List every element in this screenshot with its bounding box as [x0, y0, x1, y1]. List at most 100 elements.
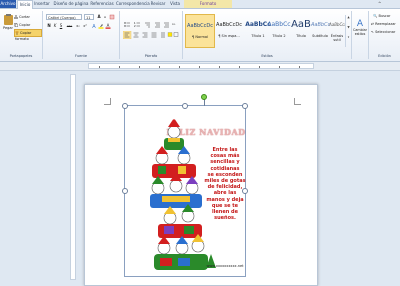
tab-file[interactable]: Archivo	[0, 0, 16, 8]
replace-label: Reemplazar	[375, 22, 396, 26]
tab-review[interactable]: Revisar	[150, 0, 166, 8]
text-effects-icon[interactable]: A	[91, 23, 97, 30]
paste-label: Pegar	[3, 26, 13, 30]
styles-group-label: Estilos	[261, 54, 273, 58]
minimize-ribbon-icon[interactable]: ^	[378, 2, 384, 6]
style-subtitle-name: Subtítulo	[312, 34, 328, 38]
superscript-button[interactable]: x²	[82, 23, 88, 29]
cut-button[interactable]: Cortar	[13, 14, 30, 20]
editing-group-label: Edición	[378, 54, 391, 58]
style-subtle-emphasis-name: Énfasis sutil	[330, 34, 344, 42]
binoculars-icon: 🔍	[373, 14, 378, 18]
card-message: Entre las cosas más sencillas y cotidian…	[204, 147, 246, 222]
style-title[interactable]: AaB Título	[291, 14, 311, 48]
ribbon-tab-bar: Archivo Inicio Insertar Diseño de página…	[0, 0, 400, 16]
style-normal-preview: AaBbCcDc	[187, 23, 213, 29]
find-button[interactable]: 🔍 Buscar	[373, 13, 390, 20]
horizontal-ruler[interactable]	[0, 62, 400, 71]
ruler-text-area	[88, 63, 314, 69]
resize-handle-left[interactable]	[122, 188, 128, 194]
style-no-spacing-name: ¶ Sin espa...	[218, 34, 240, 38]
styles-gallery-scroll[interactable]: ▲ ▼ ▾	[345, 15, 351, 47]
align-center-icon	[133, 32, 139, 38]
style-normal[interactable]: AaBbCcDc ¶ Normal	[185, 14, 215, 48]
svg-text:A: A	[107, 23, 110, 28]
clear-format-icon[interactable]	[109, 14, 115, 20]
copy-icon	[14, 23, 18, 27]
chevron-up-icon[interactable]: ▲	[346, 15, 351, 25]
style-normal-name: ¶ Normal	[191, 35, 208, 39]
tab-home[interactable]: Inicio	[17, 0, 33, 9]
style-subtitle[interactable]: AaBbCc. Subtítulo	[311, 14, 332, 48]
tab-mailings[interactable]: Correspondencia	[116, 0, 150, 8]
font-group: Calibri (Cuerpo) 11 A A N K S abc x₂ x² …	[43, 11, 120, 59]
style-subtle-emphasis-preview: AaBbCcDc	[329, 22, 345, 27]
resize-handle-top-left[interactable]	[122, 103, 128, 109]
align-right-icon	[142, 32, 148, 38]
change-styles-button[interactable]: A Cambiar estilos	[352, 14, 368, 48]
cut-label: Cortar	[19, 15, 30, 19]
font-group-label: Fuente	[75, 54, 87, 58]
crop-mark-top-left	[104, 98, 111, 105]
tab-view[interactable]: Vista	[168, 0, 182, 8]
style-title-name: Título	[296, 34, 306, 38]
tab-page-layout[interactable]: Diseño de página	[53, 0, 89, 8]
clipboard-group-label: Portapapeles	[9, 54, 33, 58]
style-heading-2-name: Título 2	[272, 34, 286, 38]
select-button[interactable]: ↖ Seleccionar	[371, 29, 395, 36]
tab-format[interactable]: Formato	[184, 0, 232, 8]
tab-references[interactable]: Referencias	[90, 0, 114, 8]
borders-icon	[173, 32, 179, 37]
subscript-button[interactable]: x₂	[75, 23, 81, 29]
style-heading-2-preview: AaBbCc	[267, 21, 291, 28]
style-no-spacing[interactable]: AaBbCcDc ¶ Sin espa...	[214, 14, 244, 48]
help-icon[interactable]: ?	[386, 1, 392, 16]
style-subtle-emphasis[interactable]: AaBbCcDc Énfasis sutil	[329, 14, 345, 48]
style-heading-2[interactable]: AaBbCc Título 2	[267, 14, 291, 48]
list-buttons: 12 A↓	[123, 14, 179, 28]
cursor-icon: ↖	[371, 30, 374, 34]
copy-label: Copiar	[19, 23, 31, 27]
highlight-color-icon[interactable]	[98, 23, 104, 29]
change-styles-label: Cambiar estilos	[353, 28, 367, 36]
change-styles-group: A Cambiar estilos	[352, 11, 369, 59]
font-name-select[interactable]: Calibri (Cuerpo)	[46, 14, 82, 20]
line-spacing-icon	[161, 32, 165, 38]
select-label: Seleccionar	[375, 30, 396, 34]
tab-insert[interactable]: Insertar	[33, 0, 51, 8]
alignment-buttons	[122, 24, 179, 40]
strikethrough-button[interactable]: abc	[65, 23, 74, 29]
rotation-line	[204, 99, 205, 106]
vertical-ruler[interactable]	[70, 74, 76, 280]
replace-icon: ⇄	[371, 22, 374, 26]
paste-button[interactable]: Pegar	[2, 13, 14, 37]
justify-icon	[151, 32, 157, 38]
font-size-select[interactable]: 11	[84, 14, 94, 20]
paragraph-group-label: Párrafo	[144, 54, 158, 58]
change-styles-icon: A	[354, 14, 366, 29]
svg-text:A: A	[92, 24, 96, 29]
resize-handle-top-right[interactable]	[242, 103, 248, 109]
paragraph-group: 12 A↓ Párrafo	[120, 11, 183, 59]
format-painter-button[interactable]: Copiar formato	[14, 29, 42, 41]
clipboard-group: Pegar Cortar Copiar Copiar formato Porta…	[0, 11, 43, 59]
font-color-icon[interactable]: A	[105, 23, 111, 29]
find-label: Buscar	[378, 14, 391, 18]
editing-group: 🔍 Buscar ⇄ Reemplazar ↖ Seleccionar Edic…	[369, 11, 400, 59]
more-styles-icon[interactable]: ▾	[346, 35, 351, 45]
replace-button[interactable]: ⇄ Reemplazar	[371, 21, 396, 28]
resize-handle-top[interactable]	[182, 103, 188, 109]
chevron-down-icon[interactable]: ▼	[346, 25, 351, 35]
styles-group: AaBbCcDc ¶ Normal AaBbCcDc ¶ Sin espa...…	[183, 11, 352, 59]
paste-icon	[4, 14, 13, 25]
paintbrush-icon	[15, 31, 19, 35]
rotation-handle[interactable]	[201, 94, 207, 100]
copy-button[interactable]: Copiar	[14, 22, 30, 28]
ribbon: Pegar Cortar Copiar Copiar formato Porta…	[0, 9, 400, 62]
card-url: www.xxxxxxxxxx.net	[206, 264, 244, 268]
scissors-icon	[13, 14, 19, 20]
style-title-preview: AaB	[291, 19, 311, 30]
underline-button[interactable]: S	[58, 23, 64, 29]
crop-mark-top-right	[294, 98, 301, 105]
shrink-font-button[interactable]: A	[102, 14, 108, 20]
